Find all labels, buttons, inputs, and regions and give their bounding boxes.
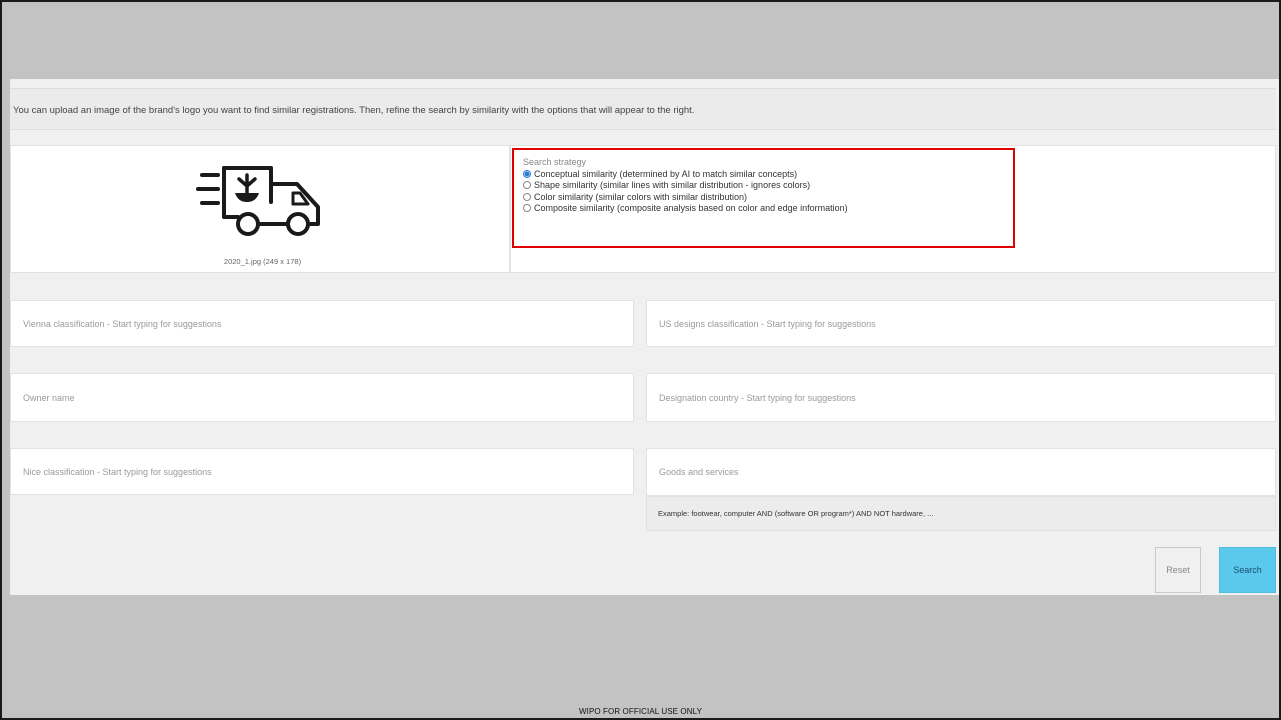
nice-classification-input[interactable]: Nice classification - Start typing for s… — [10, 448, 634, 495]
strategy-option-color[interactable]: Color similarity (similar colors with si… — [523, 191, 1013, 203]
nice-classification-placeholder: Nice classification - Start typing for s… — [23, 466, 212, 477]
us-designs-classification-input[interactable]: US designs classification - Start typing… — [646, 300, 1276, 347]
reset-button[interactable]: Reset — [1155, 547, 1201, 593]
radio-button[interactable] — [523, 192, 531, 201]
strategy-option-label: Shape similarity (similar lines with sim… — [534, 180, 811, 191]
strategy-option-label: Conceptual similarity (determined by AI … — [534, 168, 798, 179]
footer-notice: WIPO FOR OFFICIAL USE ONLY — [578, 707, 703, 716]
instructions-text: You can upload an image of the brand's l… — [10, 88, 1276, 130]
goods-and-services-input[interactable]: Goods and services — [646, 448, 1276, 496]
us-designs-classification-placeholder: US designs classification - Start typing… — [659, 318, 876, 329]
goods-and-services-placeholder: Goods and services — [659, 467, 739, 477]
strategy-option-shape[interactable]: Shape similarity (similar lines with sim… — [523, 180, 1013, 192]
strategy-option-label: Composite similarity (composite analysis… — [534, 203, 848, 214]
vienna-classification-placeholder: Vienna classification - Start typing for… — [23, 318, 222, 329]
search-button[interactable]: Search — [1219, 547, 1276, 593]
goods-and-services-hint: Example: footwear, computer AND (softwar… — [646, 496, 1276, 531]
radio-button[interactable] — [523, 169, 531, 178]
delivery-truck-icon — [196, 166, 320, 236]
image-caption: 2020_1.jpg (249 x 178) — [223, 257, 302, 266]
designation-country-input[interactable]: Designation country - Start typing for s… — [646, 373, 1276, 422]
owner-name-input[interactable]: Owner name — [10, 373, 634, 422]
search-strategy-group: Search strategy Conceptual similarity (d… — [512, 148, 1015, 248]
radio-button[interactable] — [523, 181, 531, 190]
vienna-classification-input[interactable]: Vienna classification - Start typing for… — [10, 300, 634, 347]
uploaded-image-panel[interactable]: 2020_1.jpg (249 x 178) — [10, 145, 510, 273]
top-band — [2, 2, 1279, 79]
designation-country-placeholder: Designation country - Start typing for s… — [659, 392, 856, 403]
radio-button[interactable] — [523, 204, 531, 213]
owner-name-placeholder: Owner name — [23, 392, 75, 403]
strategy-option-conceptual[interactable]: Conceptual similarity (determined by AI … — [523, 168, 1013, 180]
strategy-option-composite[interactable]: Composite similarity (composite analysis… — [523, 203, 1013, 215]
strategy-option-label: Color similarity (similar colors with si… — [534, 191, 748, 202]
search-strategy-title: Search strategy — [523, 157, 587, 167]
